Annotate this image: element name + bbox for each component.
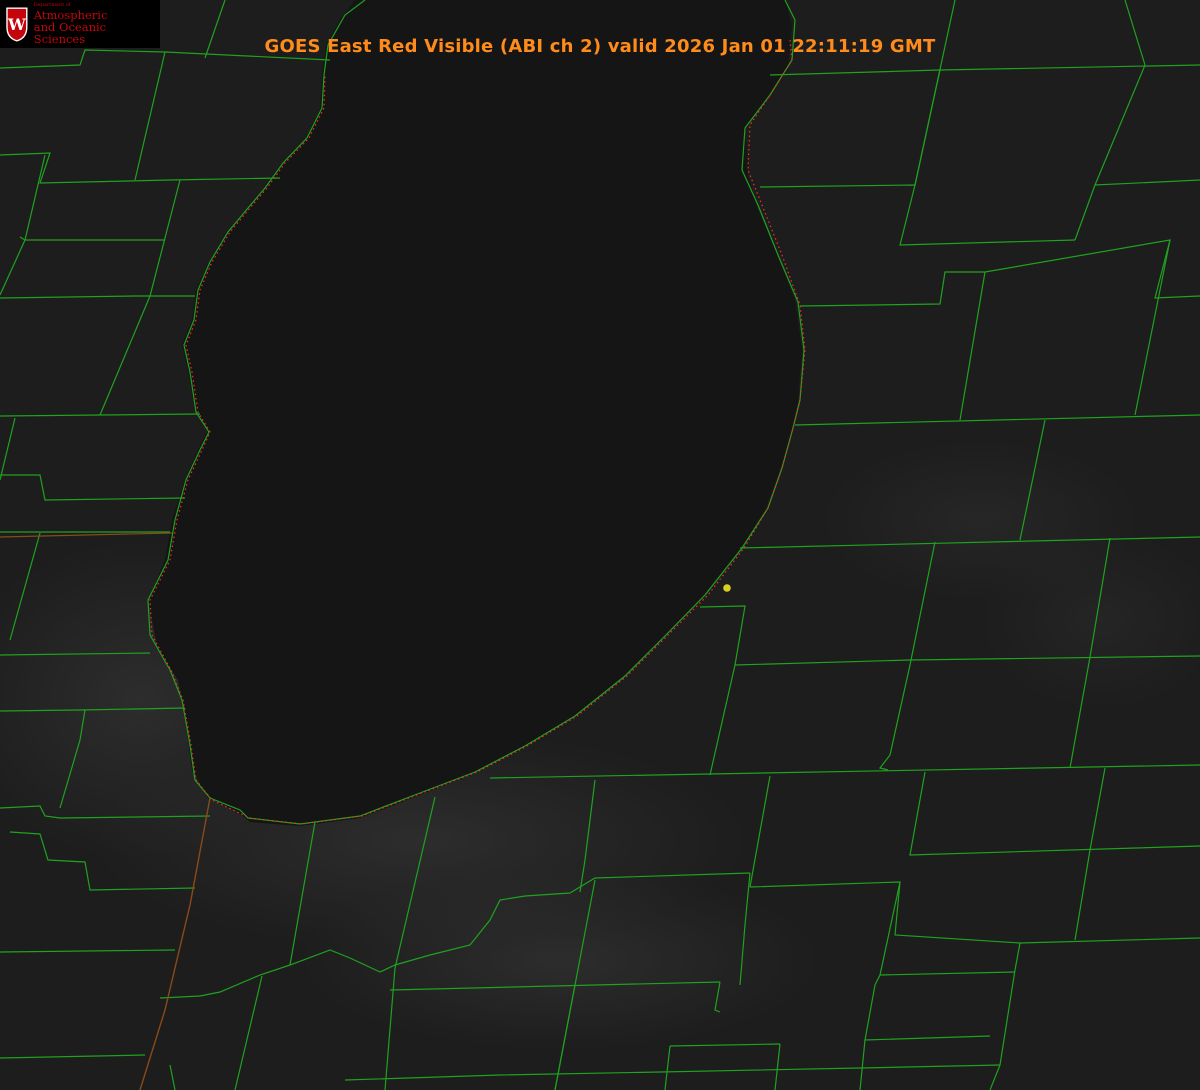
station-marker[interactable] (723, 584, 731, 592)
svg-text:W: W (7, 15, 26, 34)
image-title: GOES East Red Visible (ABI ch 2) valid 2… (264, 36, 936, 57)
satellite-map[interactable] (0, 0, 1200, 1090)
